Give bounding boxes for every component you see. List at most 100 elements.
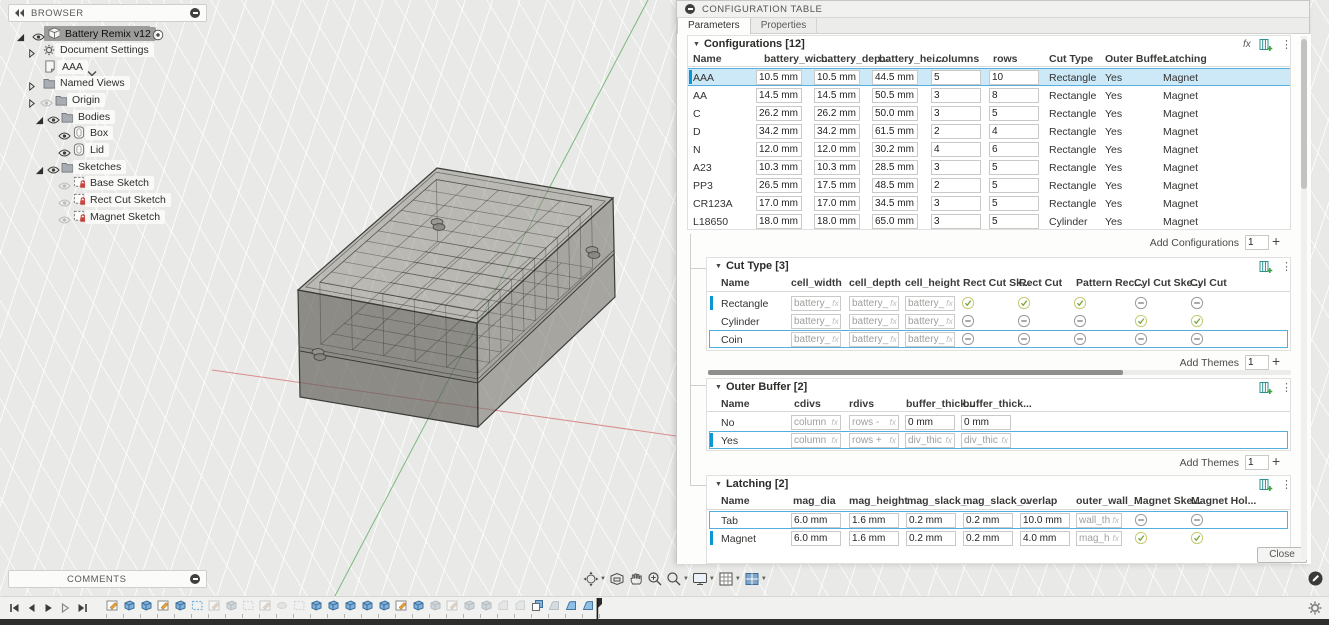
add-rows-plus-button[interactable]: + [1272, 453, 1280, 469]
value-input[interactable]: 6 [989, 142, 1039, 157]
panel-scrollbar[interactable] [1301, 36, 1307, 560]
value-input[interactable]: 10.3 mm [814, 160, 860, 175]
more-options-icon[interactable]: ⋮ [1281, 38, 1292, 51]
value-input[interactable]: 8 [989, 88, 1039, 103]
grid-settings-button[interactable]: ▼ [718, 571, 741, 587]
browser-item-label[interactable]: Base Sketch [85, 176, 154, 190]
excluded-minus-icon[interactable] [961, 314, 975, 328]
add-column-icon[interactable] [1259, 260, 1273, 274]
add-rows-plus-button[interactable]: + [1272, 353, 1280, 369]
value-input[interactable]: 3 [931, 160, 981, 175]
comments-bar[interactable]: COMMENTS [8, 570, 207, 588]
config-name[interactable]: PP3 [693, 180, 713, 192]
more-options-icon[interactable]: ⋮ [1281, 381, 1292, 394]
outer-buffer-cell[interactable]: Yes [1105, 90, 1122, 102]
timeline-feature-chamfer-icon[interactable] [514, 599, 527, 612]
included-check-icon[interactable] [1134, 531, 1148, 545]
value-input[interactable]: rows +fx [849, 433, 899, 448]
excluded-minus-icon[interactable] [1134, 513, 1148, 527]
value-input[interactable]: 3 [931, 214, 981, 229]
timeline-feature-box-icon[interactable] [412, 599, 425, 612]
browser-item-label[interactable]: Rect Cut Sketch [85, 193, 171, 207]
play-icon[interactable] [42, 602, 55, 614]
section-title[interactable]: ▼Outer Buffer [2] [715, 381, 807, 393]
expand-node-icon[interactable] [27, 78, 36, 96]
outer-buffer-cell[interactable]: Yes [1105, 108, 1122, 120]
latching-cell[interactable]: Magnet [1163, 90, 1198, 102]
cut-type-cell[interactable]: Cylinder [1049, 216, 1088, 228]
excluded-minus-icon[interactable] [1017, 332, 1031, 346]
browser-item-label[interactable]: Box [85, 126, 113, 140]
config-name[interactable]: CR123A [693, 198, 733, 210]
tab-properties[interactable]: Properties [751, 18, 818, 34]
timeline-feature-wedge-icon[interactable] [565, 599, 578, 612]
timeline-feature-sketch-icon[interactable] [395, 599, 408, 612]
excluded-minus-icon[interactable] [1073, 314, 1087, 328]
settings-gear-icon[interactable] [1308, 601, 1322, 615]
timeline-feature-sketch-icon[interactable] [157, 599, 170, 612]
value-input[interactable]: columnfx [791, 433, 841, 448]
value-input[interactable]: 5 [931, 70, 981, 85]
config-name[interactable]: C [693, 108, 701, 120]
value-input[interactable]: battery_fx [905, 314, 955, 329]
value-input[interactable]: 12.0 mm [756, 142, 802, 157]
value-input[interactable]: 4 [931, 142, 981, 157]
excluded-minus-icon[interactable] [1190, 296, 1204, 310]
outer-buffer-cell[interactable]: Yes [1105, 144, 1122, 156]
browser-item-label[interactable]: Magnet Sketch [85, 210, 165, 224]
timeline-feature-box-icon[interactable] [225, 599, 238, 612]
value-input[interactable]: 61.5 mm [872, 124, 918, 139]
value-input[interactable]: 10 [989, 70, 1039, 85]
step-forward-icon[interactable] [59, 602, 72, 614]
cut-type-cell[interactable]: Rectangle [1049, 162, 1096, 174]
viewports-button[interactable]: ▼ [744, 571, 767, 587]
timeline-feature-box-icon[interactable] [378, 599, 391, 612]
theme-name[interactable]: Magnet [721, 533, 756, 545]
value-input[interactable]: 2 [931, 124, 981, 139]
timeline-feature-box-icon[interactable] [140, 599, 153, 612]
value-input[interactable]: 44.5 mm [872, 70, 918, 85]
value-input[interactable]: 0.2 mm [963, 513, 1013, 528]
value-input[interactable]: 50.0 mm [872, 106, 918, 121]
latching-cell[interactable]: Magnet [1163, 198, 1198, 210]
scrollbar-thumb[interactable] [1301, 39, 1307, 189]
dropdown-caret-icon[interactable]: ▼ [600, 576, 606, 582]
cut-type-cell[interactable]: Rectangle [1049, 90, 1096, 102]
value-input[interactable]: 12.0 mm [814, 142, 860, 157]
config-name[interactable]: AA [693, 90, 707, 102]
value-input[interactable]: 5 [989, 178, 1039, 193]
included-check-icon[interactable] [1073, 296, 1087, 310]
value-input[interactable]: 0.2 mm [906, 513, 956, 528]
value-input[interactable]: 3 [931, 88, 981, 103]
theme-name[interactable]: Cylinder [721, 316, 760, 328]
outer-buffer-cell[interactable]: Yes [1105, 216, 1122, 228]
value-input[interactable]: 14.5 mm [756, 88, 802, 103]
value-input[interactable]: 4.0 mm [1020, 531, 1070, 546]
dropdown-caret-icon[interactable]: ▼ [709, 576, 715, 582]
browser-item-label[interactable]: Document Settings [55, 43, 154, 57]
value-input[interactable]: div_thicfx [961, 433, 1011, 448]
timeline-feature-box-icon[interactable] [174, 599, 187, 612]
skip-end-icon[interactable] [76, 602, 89, 614]
timeline-feature-oval-icon[interactable] [276, 599, 289, 612]
dropdown-caret-icon[interactable]: ▼ [683, 576, 689, 582]
pan-button[interactable] [628, 571, 644, 587]
collapse-panel-icon[interactable] [15, 9, 25, 17]
timeline-feature-chamfer-icon[interactable] [497, 599, 510, 612]
value-input[interactable]: 5 [989, 196, 1039, 211]
included-check-icon[interactable] [1134, 314, 1148, 328]
value-input[interactable]: 3 [931, 196, 981, 211]
value-input[interactable]: battery_fx [791, 332, 841, 347]
value-input[interactable]: 26.2 mm [814, 106, 860, 121]
timeline-feature-box-icon[interactable] [310, 599, 323, 612]
value-input[interactable]: 34.2 mm [756, 124, 802, 139]
hide-config-panel-icon[interactable] [685, 4, 695, 14]
latching-cell[interactable]: Magnet [1163, 126, 1198, 138]
close-button[interactable]: Close [1257, 547, 1307, 563]
cut-type-cell[interactable]: Rectangle [1049, 144, 1096, 156]
outer-buffer-cell[interactable]: Yes [1105, 162, 1122, 174]
included-check-icon[interactable] [1190, 531, 1204, 545]
value-input[interactable]: battery_fx [791, 314, 841, 329]
value-input[interactable]: 3 [931, 106, 981, 121]
value-input[interactable]: 17.0 mm [756, 196, 802, 211]
